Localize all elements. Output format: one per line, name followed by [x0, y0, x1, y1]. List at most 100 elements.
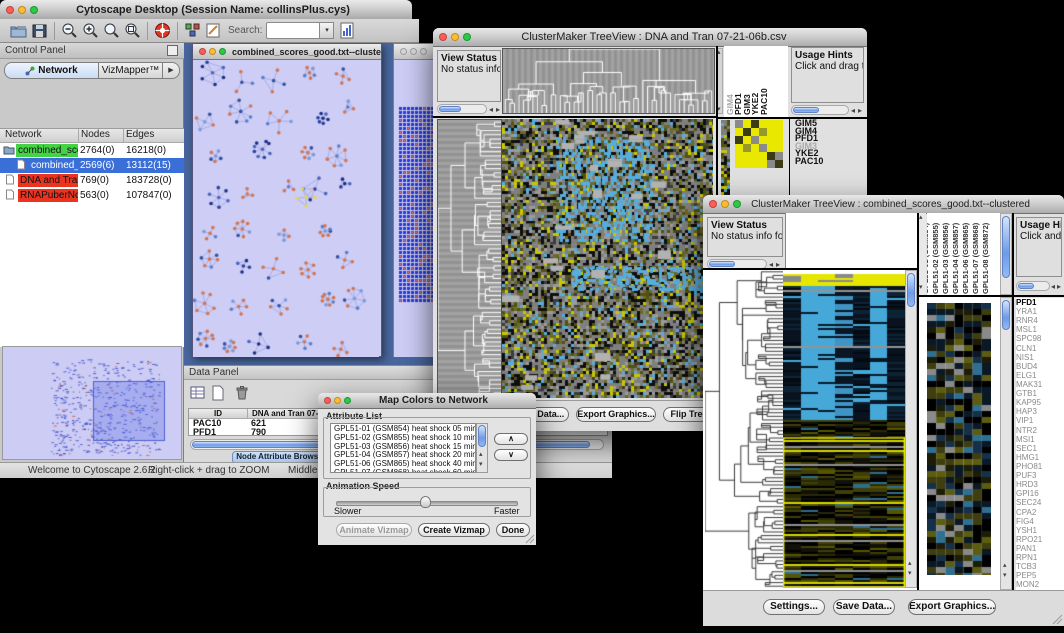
- minimize-button[interactable]: [334, 397, 341, 404]
- zoom-selected-icon[interactable]: [102, 21, 121, 40]
- gene-label[interactable]: MSI1: [1016, 435, 1064, 444]
- gene-label[interactable]: MON2: [1016, 580, 1064, 589]
- table-mode-icon[interactable]: [190, 385, 206, 404]
- heatmap-main[interactable]: [783, 270, 905, 588]
- tab-vizmapper[interactable]: VizMapper™: [99, 62, 163, 79]
- matrix-cell[interactable]: [767, 120, 775, 128]
- minimize-button[interactable]: [721, 200, 729, 208]
- minimize-button[interactable]: [209, 48, 216, 55]
- attribute-chart-icon[interactable]: [338, 21, 357, 40]
- gene-label[interactable]: SPC98: [1016, 334, 1064, 343]
- zoom-button[interactable]: [420, 48, 427, 55]
- resize-grip[interactable]: [1051, 613, 1063, 625]
- gene-label[interactable]: PAC10: [795, 158, 855, 166]
- edit-network-icon[interactable]: [204, 21, 223, 40]
- move-up-button[interactable]: ∧: [494, 433, 528, 445]
- heatmap-zoomed[interactable]: [927, 303, 991, 575]
- scroll-down-arrow[interactable]: ▾: [908, 569, 912, 578]
- matrix-cell[interactable]: [767, 160, 775, 168]
- gene-label[interactable]: TCB3: [1016, 562, 1064, 571]
- search-dropdown-button[interactable]: ▾: [320, 22, 334, 39]
- matrix-cell[interactable]: [743, 152, 751, 160]
- matrix-cell[interactable]: [759, 160, 767, 168]
- matrix-cell[interactable]: [743, 128, 751, 136]
- minimize-button[interactable]: [410, 48, 417, 55]
- matrix-cell[interactable]: [743, 120, 751, 128]
- export-graphics-button[interactable]: Export Graphics...: [908, 599, 996, 615]
- main-title-bar[interactable]: Cytoscape Desktop (Session Name: collins…: [0, 0, 412, 20]
- move-down-button[interactable]: ∨: [494, 449, 528, 461]
- gene-label[interactable]: NIS1: [1016, 353, 1064, 362]
- zoom-fit-icon[interactable]: [123, 21, 142, 40]
- vizmapper-icon[interactable]: [183, 21, 202, 40]
- gene-label[interactable]: RPO21: [1016, 535, 1064, 544]
- heatmap-main[interactable]: [502, 119, 713, 398]
- id-column-header[interactable]: ID: [189, 409, 248, 418]
- scroll-up-arrow[interactable]: ▴: [908, 559, 912, 568]
- view-status-hscrollbar[interactable]: [437, 104, 487, 114]
- scroll-right-arrow[interactable]: ▸: [1057, 282, 1061, 291]
- gene-label[interactable]: HAP3: [1016, 407, 1064, 416]
- close-button[interactable]: [439, 33, 447, 41]
- close-button[interactable]: [324, 397, 331, 404]
- scroll-down-arrow[interactable]: ▾: [919, 283, 923, 292]
- matrix-cell[interactable]: [775, 128, 783, 136]
- matrix-cell[interactable]: [735, 152, 743, 160]
- zoom-button[interactable]: [219, 48, 226, 55]
- resize-grip[interactable]: [525, 534, 535, 544]
- matrix-cell[interactable]: [751, 160, 759, 168]
- gene-label[interactable]: ELG1: [1016, 371, 1064, 380]
- gene-label[interactable]: RPN1: [1016, 553, 1064, 562]
- matrix-cell[interactable]: [751, 136, 759, 144]
- matrix-cell[interactable]: [735, 128, 743, 136]
- attribute-list[interactable]: GPL51-01 (GSM854) heat shock 05 minGPL51…: [330, 423, 476, 473]
- column-labels-scrollbar[interactable]: [1000, 213, 1012, 295]
- close-button[interactable]: [199, 48, 206, 55]
- gene-label[interactable]: FIG4: [1016, 517, 1064, 526]
- matrix-cell[interactable]: [767, 152, 775, 160]
- matrix-cell[interactable]: [759, 152, 767, 160]
- search-input[interactable]: [266, 22, 320, 39]
- close-button[interactable]: [709, 200, 717, 208]
- zoom-button[interactable]: [30, 6, 38, 14]
- row-dendrogram[interactable]: [705, 270, 783, 588]
- float-panel-icon[interactable]: [167, 45, 178, 56]
- matrix-cell[interactable]: [743, 144, 751, 152]
- matrix-cell[interactable]: [759, 120, 767, 128]
- scroll-left-arrow[interactable]: ◂: [851, 106, 855, 115]
- matrix-cell[interactable]: [751, 128, 759, 136]
- heatmap-vscrollbar[interactable]: ▴ ▾: [905, 270, 917, 588]
- tab-network[interactable]: Network: [4, 62, 99, 79]
- zoom-button[interactable]: [733, 200, 741, 208]
- matrix-cell[interactable]: [751, 120, 759, 128]
- matrix-cell[interactable]: [767, 136, 775, 144]
- gene-label[interactable]: MSL1: [1016, 325, 1064, 334]
- gene-label[interactable]: PAN1: [1016, 544, 1064, 553]
- attribute-list-vscrollbar[interactable]: ▴ ▾: [476, 423, 488, 473]
- matrix-cell[interactable]: [743, 136, 751, 144]
- network-row[interactable]: RNAPuberNov2+563(0)107847(0): [0, 188, 184, 203]
- gene-label[interactable]: SEC24: [1016, 498, 1064, 507]
- correlation-matrix[interactable]: [735, 120, 783, 168]
- delete-attribute-icon[interactable]: [234, 385, 250, 404]
- matrix-cell[interactable]: [775, 120, 783, 128]
- matrix-cell[interactable]: [775, 152, 783, 160]
- slider-thumb[interactable]: [420, 496, 431, 508]
- network-view-canvas-1[interactable]: [193, 60, 379, 357]
- zoom-in-icon[interactable]: [81, 21, 100, 40]
- scroll-up-arrow[interactable]: ▴: [1003, 561, 1007, 570]
- gene-label[interactable]: HRD3: [1016, 480, 1064, 489]
- gene-label[interactable]: GTB1: [1016, 389, 1064, 398]
- zoom-out-icon[interactable]: [60, 21, 79, 40]
- matrix-cell[interactable]: [735, 136, 743, 144]
- matrix-cell[interactable]: [751, 144, 759, 152]
- matrix-cell[interactable]: [735, 120, 743, 128]
- gene-label[interactable]: RNR4: [1016, 316, 1064, 325]
- usage-hints-hscrollbar[interactable]: [1016, 281, 1050, 291]
- new-attribute-icon[interactable]: [210, 385, 226, 404]
- zoom-button[interactable]: [463, 33, 471, 41]
- scroll-left-arrow[interactable]: ◂: [489, 105, 493, 114]
- col-header-edges[interactable]: Edges: [126, 129, 154, 140]
- animation-speed-slider[interactable]: [336, 496, 516, 508]
- attribute-list-item[interactable]: GPL51-07 (GSM868) heat shock 60 min: [334, 469, 475, 473]
